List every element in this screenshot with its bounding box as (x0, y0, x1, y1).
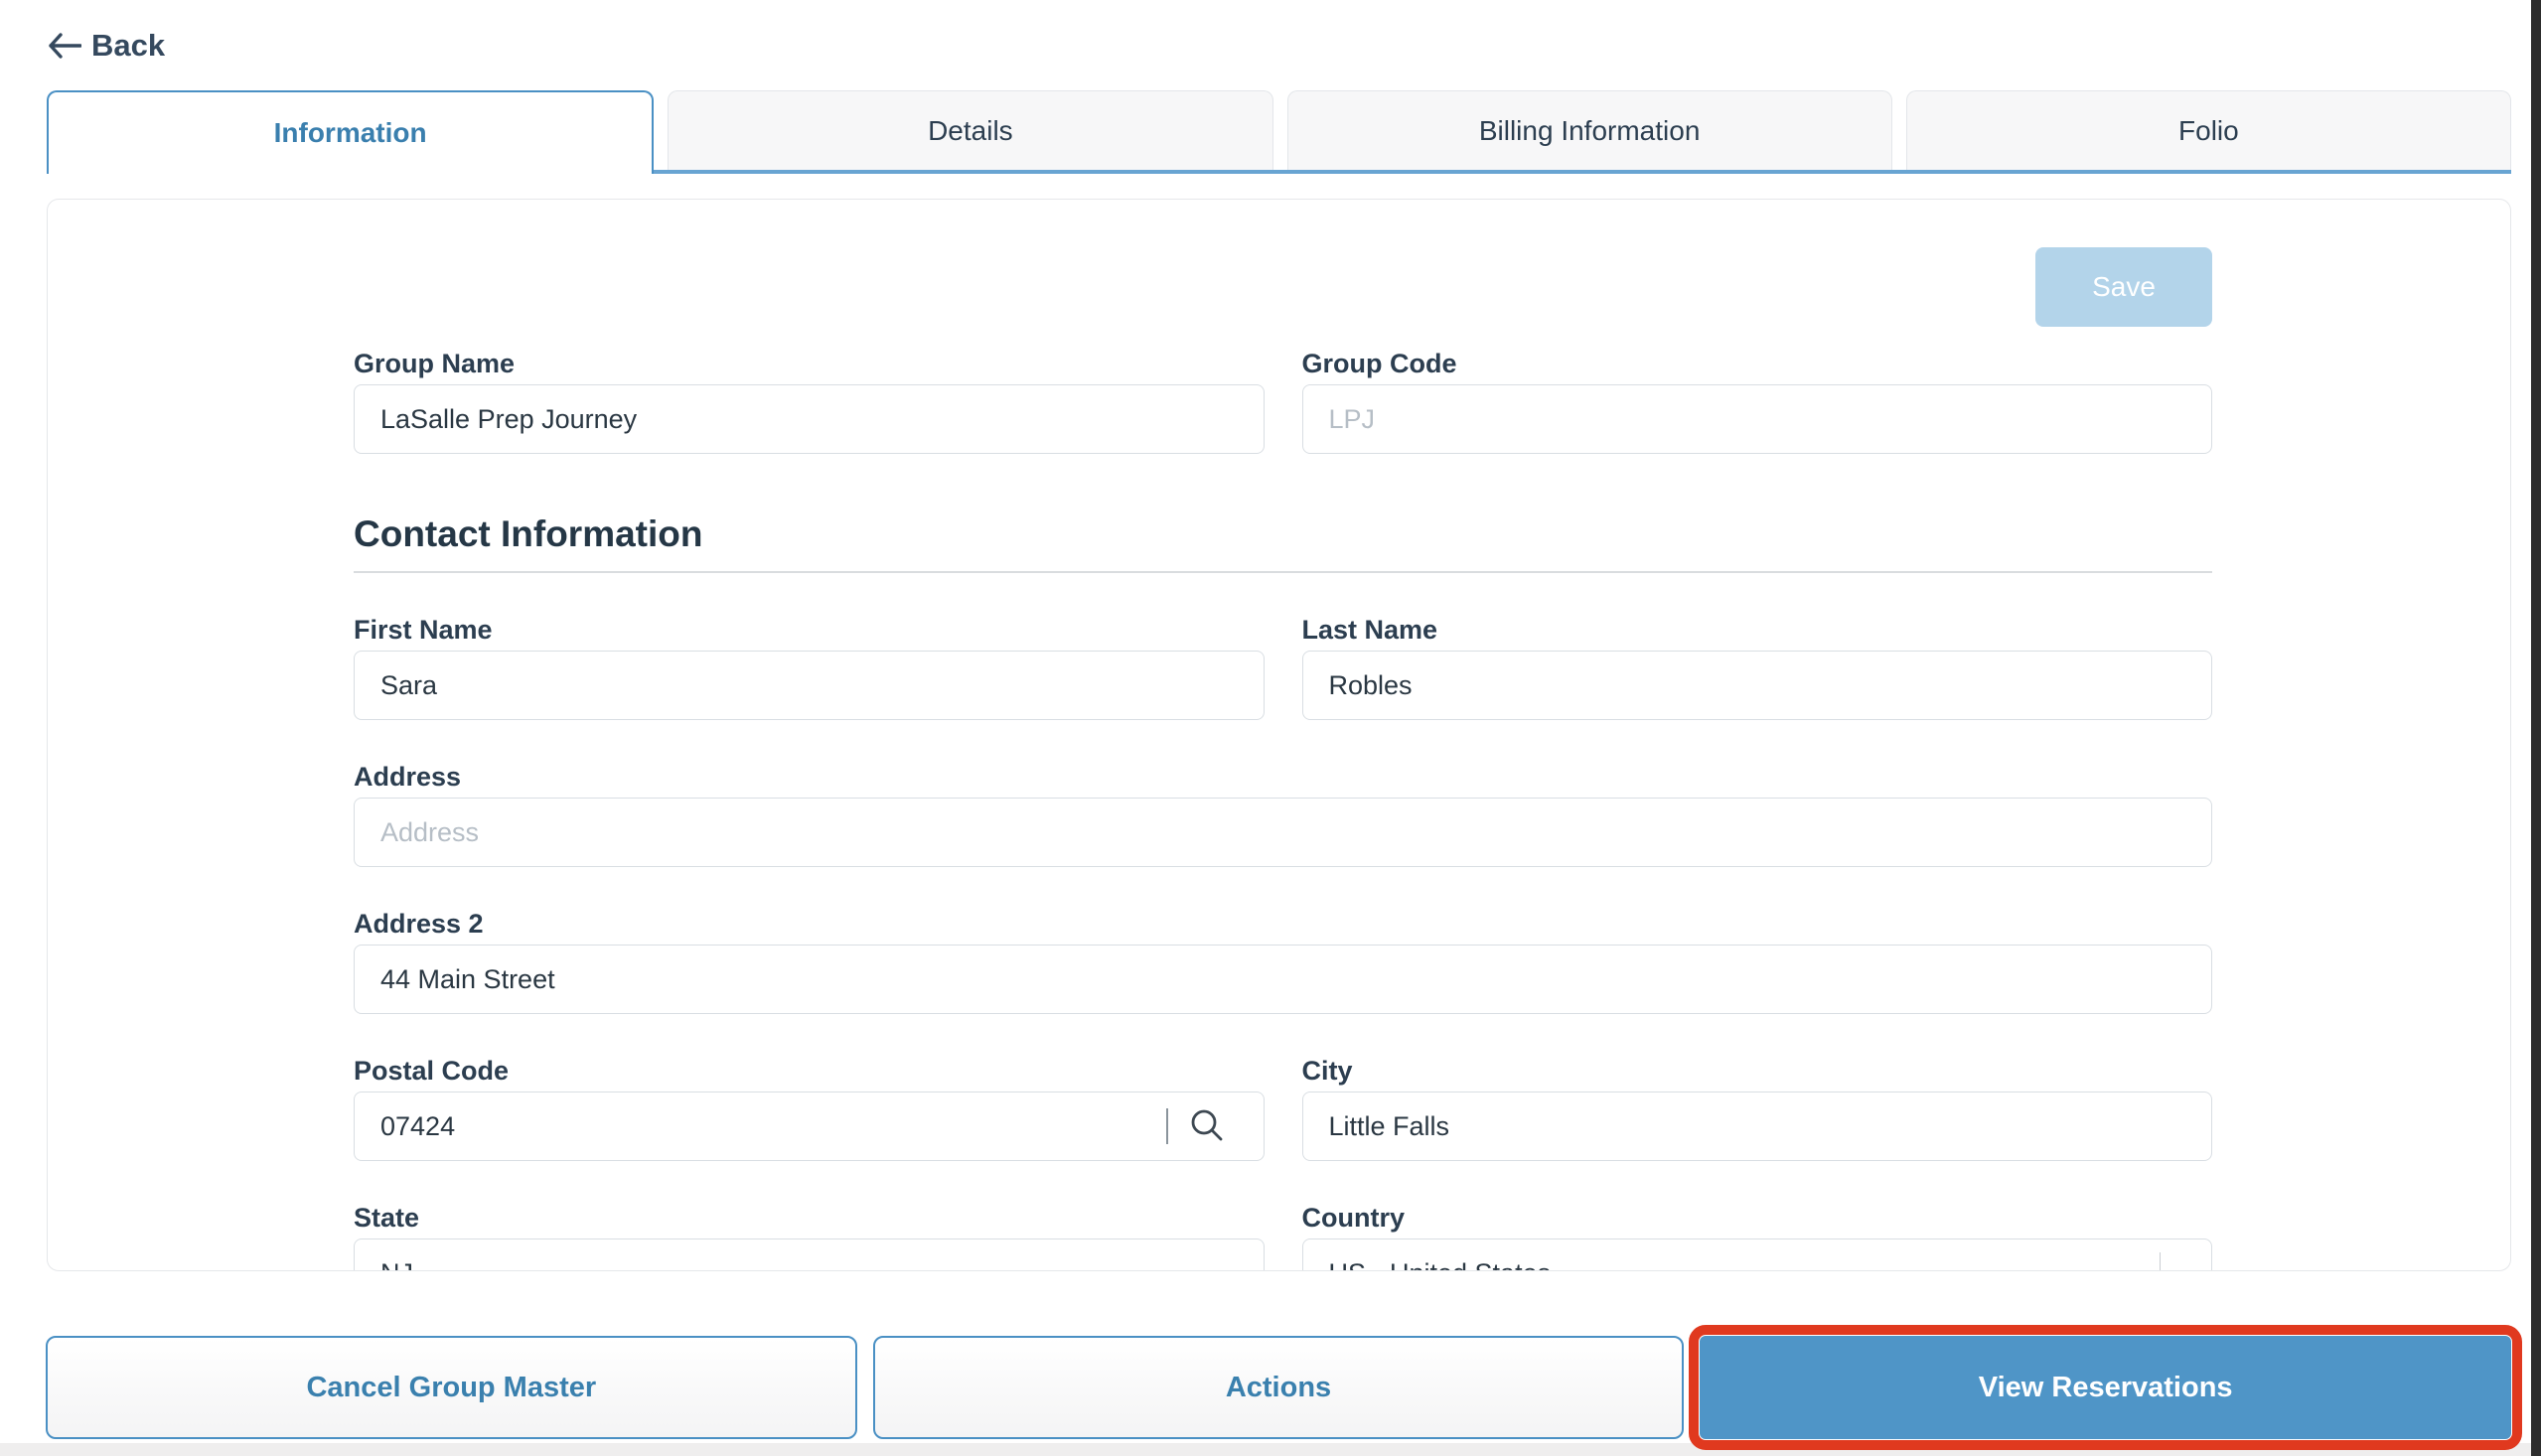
back-arrow-icon (48, 33, 81, 59)
postal-code-input[interactable] (354, 1092, 1265, 1161)
group-code-label: Group Code (1302, 349, 2213, 378)
search-icon[interactable] (1187, 1106, 1227, 1146)
contact-information-heading: Contact Information (354, 513, 2212, 555)
country-select[interactable] (1302, 1238, 2213, 1271)
first-name-label: First Name (354, 615, 1265, 645)
first-name-field: First Name (354, 615, 1265, 720)
tab-bar: Information Details Billing Information … (47, 90, 2511, 174)
address-field: Address (354, 762, 2212, 867)
actions-button[interactable]: Actions (873, 1336, 1685, 1439)
cancel-group-master-button[interactable]: Cancel Group Master (46, 1336, 857, 1439)
first-name-input[interactable] (354, 651, 1265, 720)
address2-input[interactable] (354, 945, 2212, 1014)
city-input[interactable] (1302, 1092, 2213, 1161)
tab-details-label: Details (928, 115, 1013, 147)
address-input[interactable] (354, 798, 2212, 867)
group-name-input[interactable] (354, 384, 1265, 454)
country-field: Country (1302, 1203, 2213, 1271)
last-name-input[interactable] (1302, 651, 2213, 720)
screen-right-dark-edge (2531, 0, 2541, 1456)
view-reservations-button[interactable]: View Reservations (1700, 1336, 2511, 1439)
section-divider (354, 571, 2212, 573)
tab-details[interactable]: Details (668, 90, 1272, 170)
state-label: State (354, 1203, 1265, 1233)
postal-code-field: Postal Code (354, 1056, 1265, 1161)
back-label: Back (91, 28, 165, 64)
country-label: Country (1302, 1203, 2213, 1233)
address2-field: Address 2 (354, 909, 2212, 1014)
group-code-input[interactable] (1302, 384, 2213, 454)
postal-code-label: Postal Code (354, 1056, 1265, 1086)
tab-billing-information[interactable]: Billing Information (1287, 90, 1892, 170)
tab-folio-label: Folio (2178, 115, 2239, 147)
group-name-label: Group Name (354, 349, 1265, 378)
address-label: Address (354, 762, 2212, 792)
tab-information-label: Information (274, 117, 427, 149)
last-name-label: Last Name (1302, 615, 2213, 645)
tab-information[interactable]: Information (47, 90, 654, 174)
address2-label: Address 2 (354, 909, 2212, 939)
information-panel: Save Group Name Group Code Contact Infor… (47, 199, 2511, 1271)
country-select-divider (2160, 1252, 2162, 1271)
group-code-field: Group Code (1302, 349, 2213, 454)
state-field: State (354, 1203, 1265, 1271)
footer-actions: Cancel Group Master Actions View Reserva… (46, 1336, 2511, 1439)
bottom-strip (0, 1443, 2531, 1456)
city-label: City (1302, 1056, 2213, 1086)
save-button[interactable]: Save (2035, 247, 2212, 327)
city-field: City (1302, 1056, 2213, 1161)
tab-folio[interactable]: Folio (1906, 90, 2511, 170)
tab-billing-information-label: Billing Information (1479, 115, 1701, 147)
state-input[interactable] (354, 1238, 1265, 1271)
last-name-field: Last Name (1302, 615, 2213, 720)
postal-input-divider (1166, 1108, 1168, 1144)
back-button[interactable]: Back (48, 28, 165, 64)
group-name-field: Group Name (354, 349, 1265, 454)
